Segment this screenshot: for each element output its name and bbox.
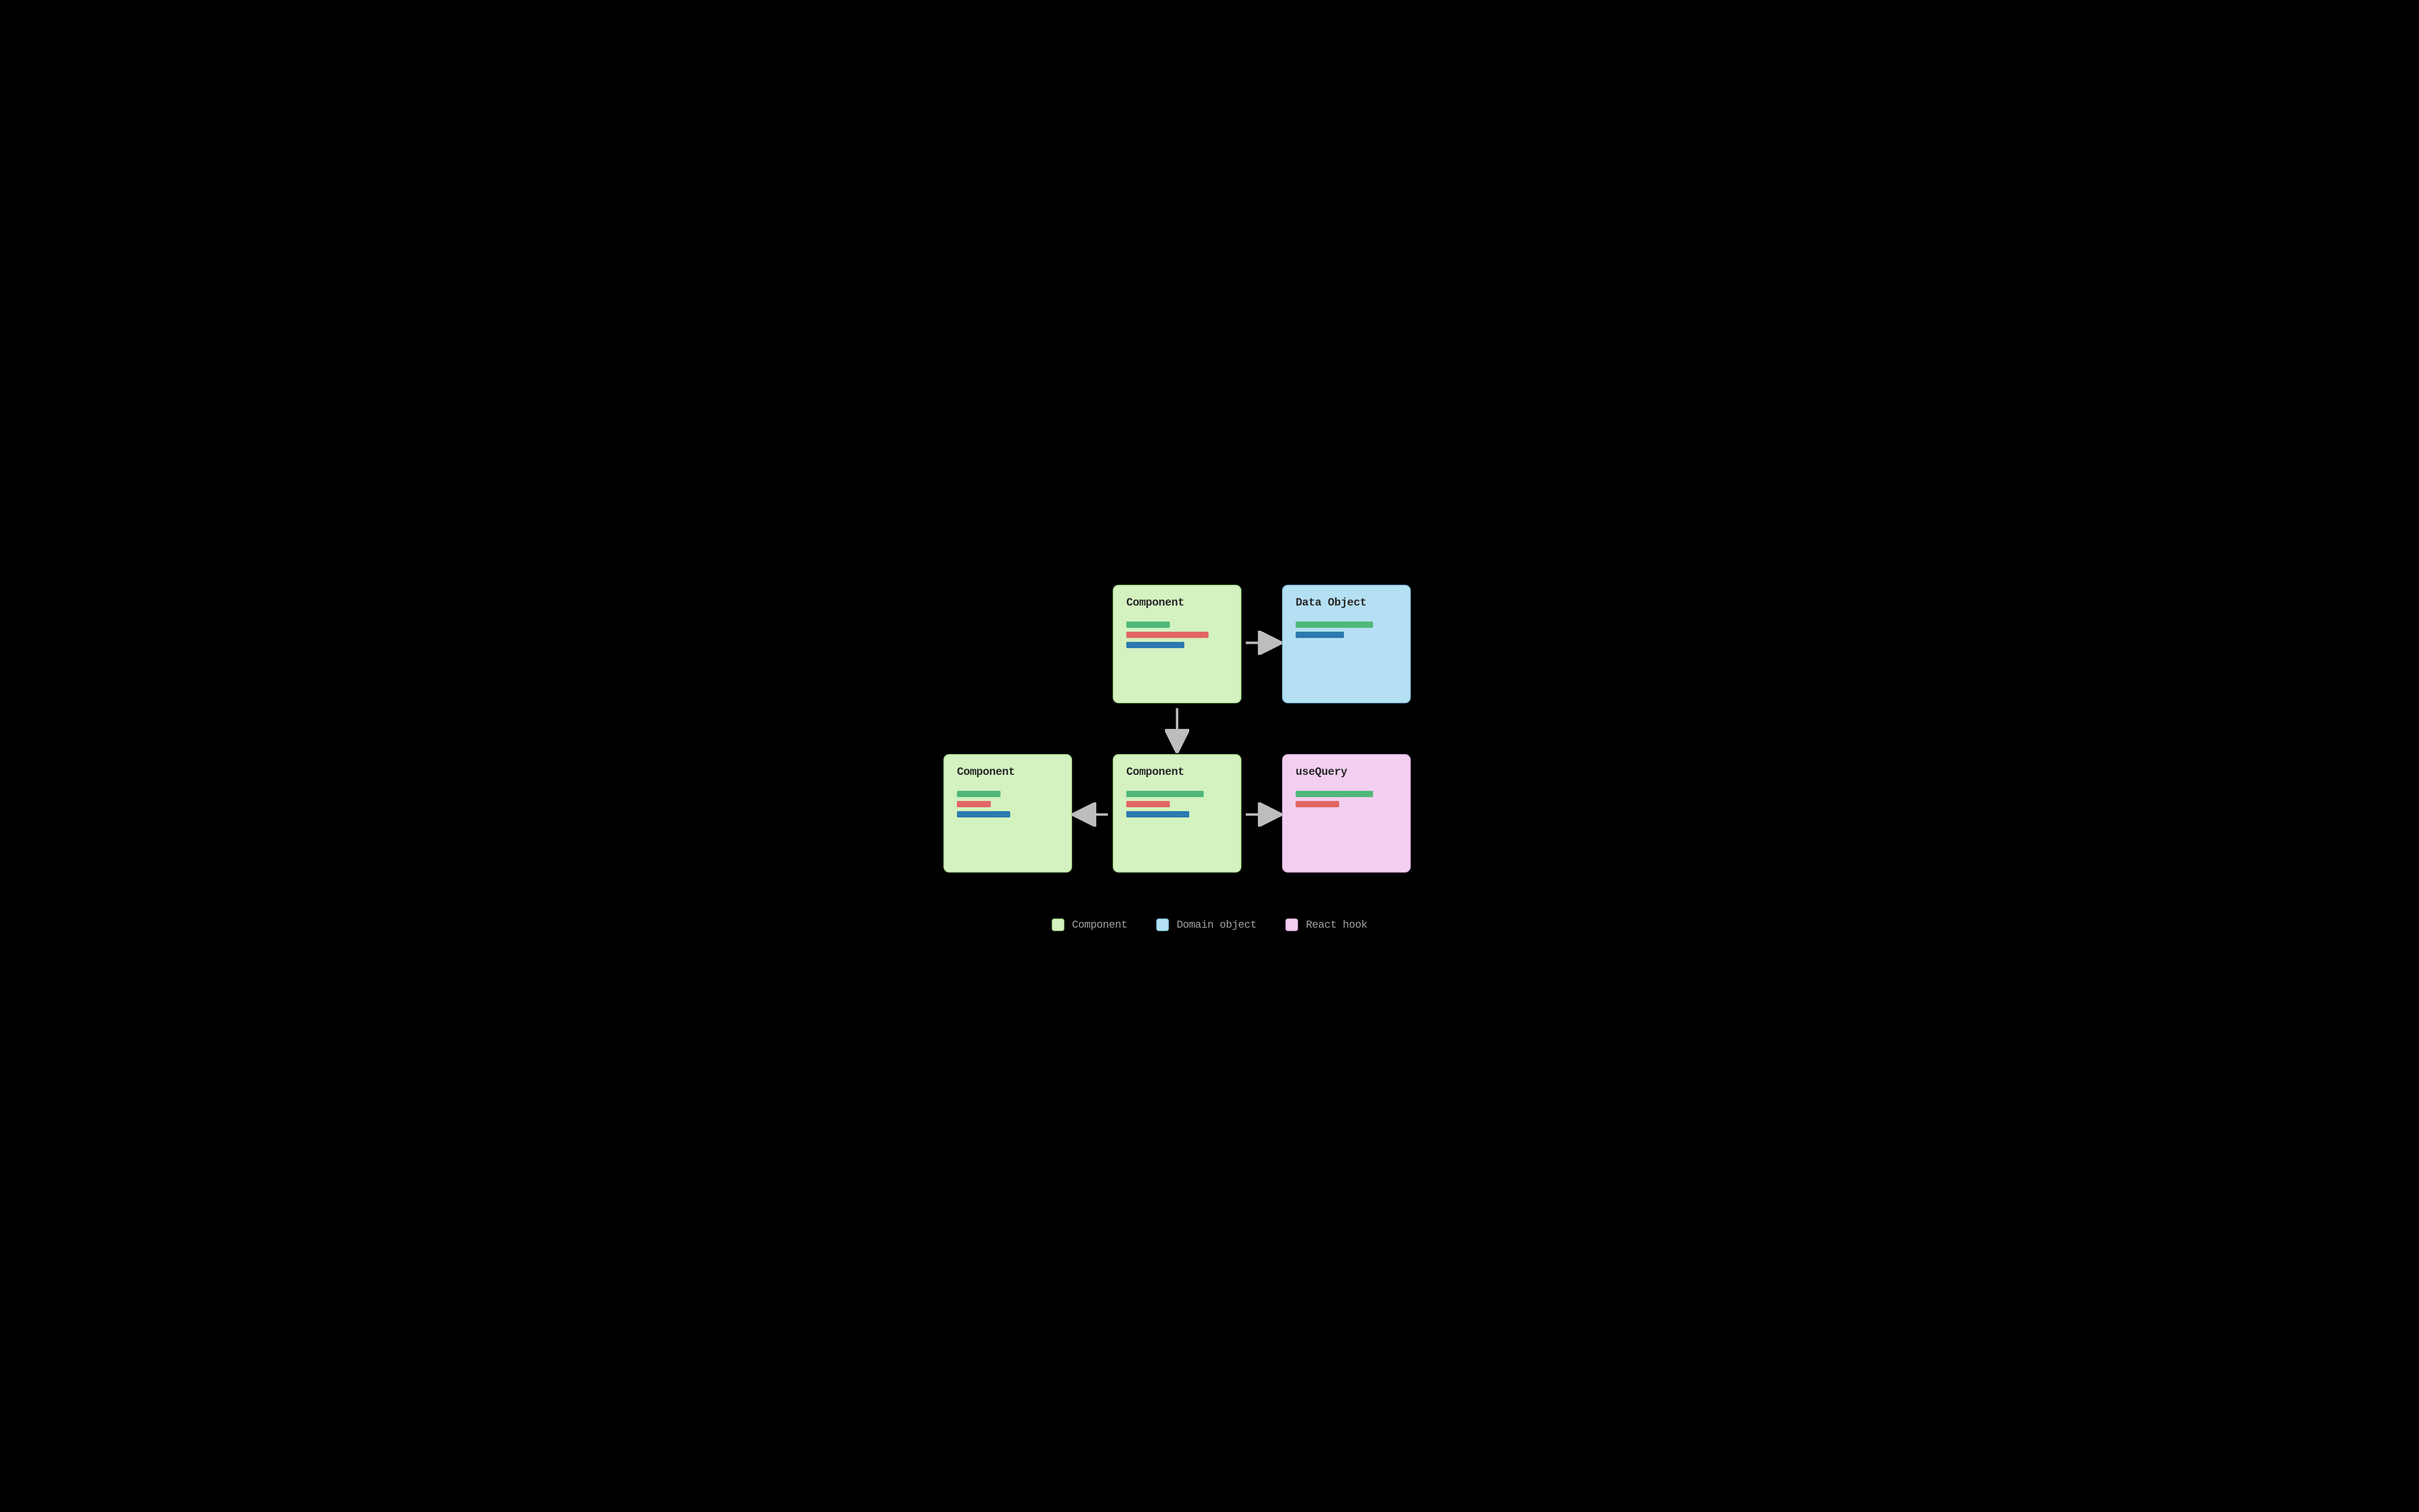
code-bar [1126, 801, 1170, 807]
code-bar [1126, 632, 1209, 638]
diagram-canvas: Component Data Object Component Componen… [837, 546, 1582, 966]
bar-container [1126, 791, 1228, 817]
code-bar [957, 801, 991, 807]
code-bar [1296, 801, 1339, 807]
bar-container [1126, 622, 1228, 648]
legend: Component Domain object React hook [837, 919, 1582, 931]
code-bar [957, 811, 1010, 817]
bar-container [1296, 622, 1397, 638]
swatch-icon [1156, 919, 1169, 931]
box-data-object: Data Object [1282, 585, 1411, 703]
swatch-icon [1052, 919, 1064, 931]
box-use-query: useQuery [1282, 754, 1411, 873]
code-bar [1126, 642, 1184, 648]
box-title: Component [1126, 596, 1228, 609]
bar-container [1296, 791, 1397, 807]
code-bar [1296, 632, 1344, 638]
code-bar [1296, 622, 1373, 628]
swatch-icon [1285, 919, 1298, 931]
box-title: Component [957, 766, 1059, 778]
box-center-component: Component [1113, 754, 1241, 873]
legend-label: Component [1072, 919, 1127, 931]
code-bar [1126, 811, 1189, 817]
legend-item-react-hook: React hook [1285, 919, 1367, 931]
code-bar [957, 791, 1000, 797]
box-title: Data Object [1296, 596, 1397, 609]
code-bar [1126, 622, 1170, 628]
code-bar [1126, 791, 1204, 797]
box-title: useQuery [1296, 766, 1397, 778]
box-title: Component [1126, 766, 1228, 778]
box-left-component: Component [943, 754, 1072, 873]
code-bar [1296, 791, 1373, 797]
legend-label: Domain object [1177, 919, 1256, 931]
legend-item-component: Component [1052, 919, 1127, 931]
bar-container [957, 791, 1059, 817]
legend-item-domain-object: Domain object [1156, 919, 1256, 931]
legend-label: React hook [1306, 919, 1367, 931]
box-top-component: Component [1113, 585, 1241, 703]
